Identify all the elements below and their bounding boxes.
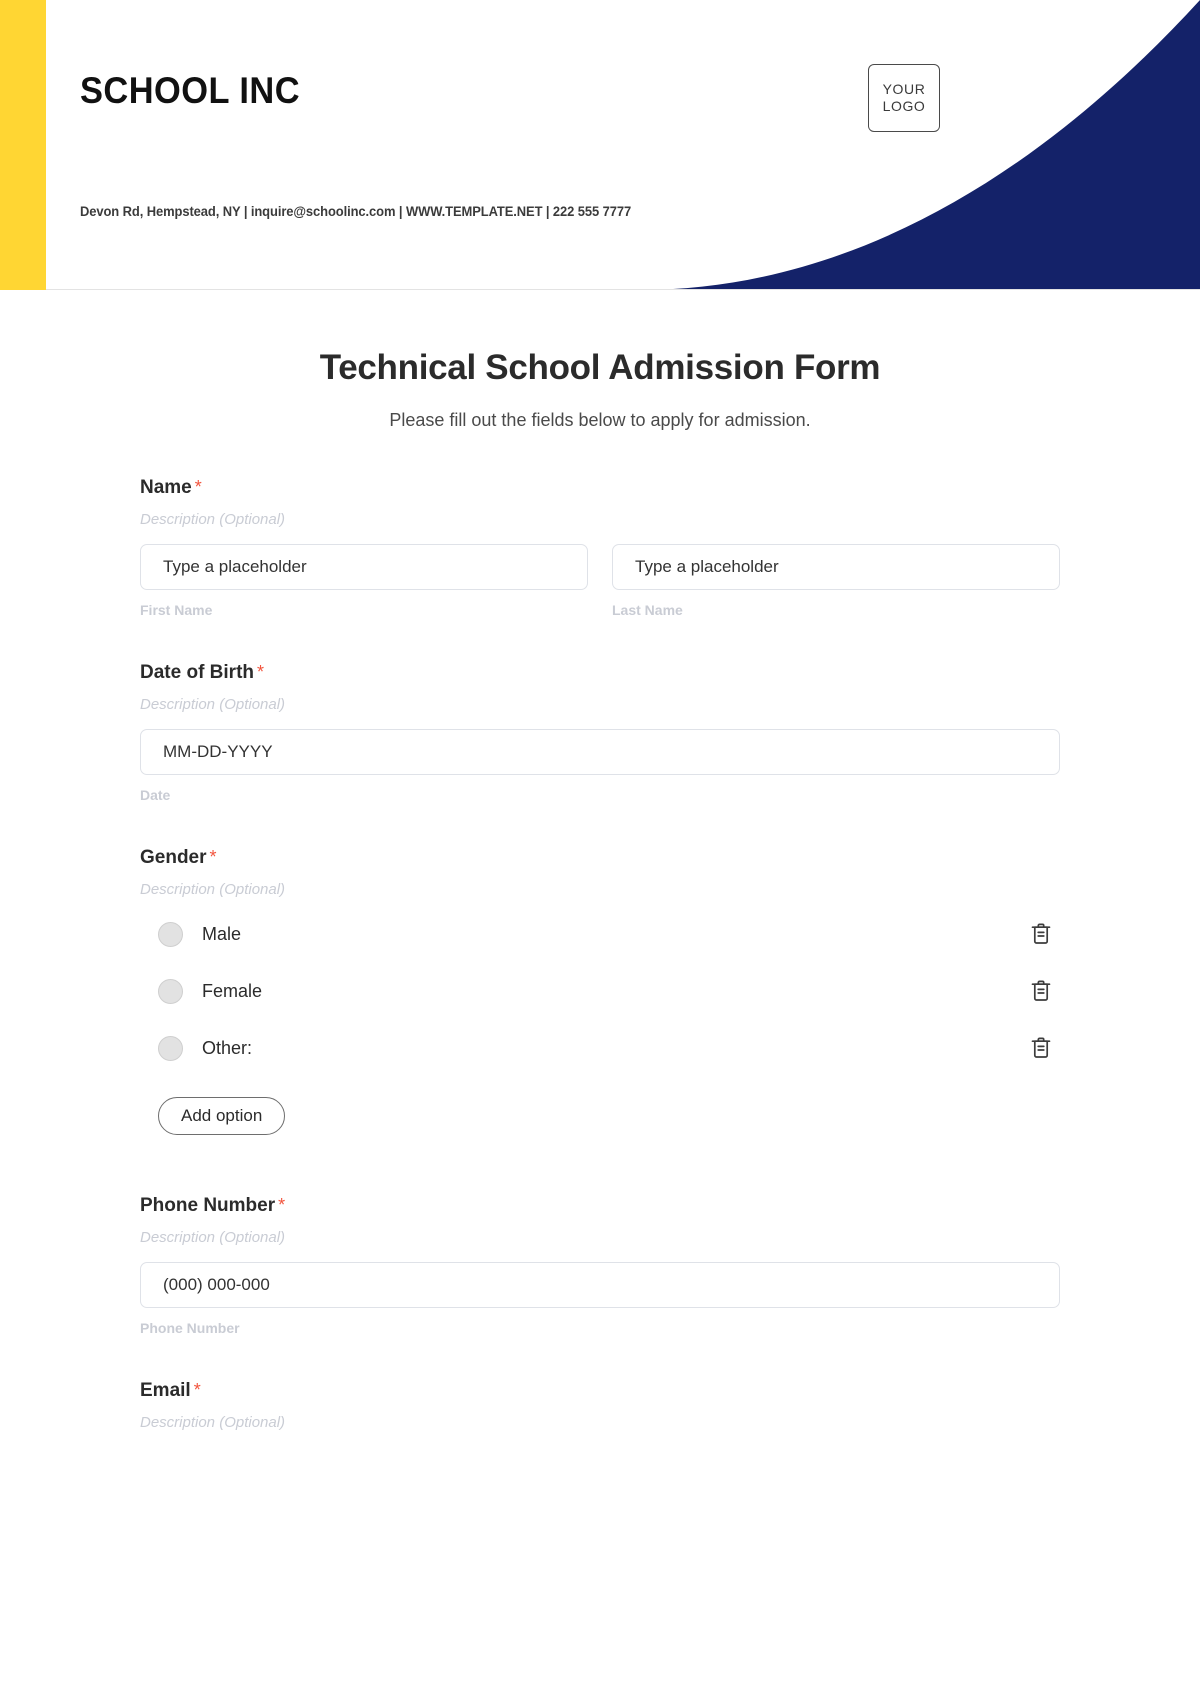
field-label-text: Date of Birth: [140, 662, 254, 683]
phone-number-sublabel: Phone Number: [140, 1320, 240, 1336]
radio-button-icon[interactable]: [158, 978, 183, 1004]
page-subtitle: Please fill out the fields below to appl…: [389, 410, 811, 430]
field-description-gender: Description (Optional): [140, 881, 286, 898]
field-date-of-birth: Date of Birth* Description (Optional) Da…: [140, 662, 1060, 803]
required-marker: *: [257, 662, 265, 682]
gender-option-label: Female: [202, 980, 263, 1001]
navy-curve-decoration: [640, 0, 1200, 290]
field-name: Name* Description (Optional) First Name …: [140, 477, 1060, 618]
field-label-text: Phone Number: [140, 1195, 276, 1216]
field-gender: Gender * Description (Optional) Male Fem…: [140, 847, 1060, 1135]
name-input-row: First Name Last Name: [140, 544, 1060, 618]
date-of-birth-sublabel: Date: [140, 787, 171, 803]
required-marker: *: [209, 847, 217, 867]
field-label-date-of-birth: Date of Birth *: [140, 662, 1060, 684]
field-description-email: Description (Optional): [140, 1414, 286, 1431]
gender-option-male[interactable]: Male: [140, 914, 1060, 954]
radio-button-icon[interactable]: [158, 1035, 183, 1061]
contact-info-line: Devon Rd, Hempstead, NY | inquire@school…: [80, 204, 632, 219]
phone-number-input[interactable]: [140, 1262, 1060, 1308]
trash-icon[interactable]: [1028, 1035, 1054, 1061]
add-option-button[interactable]: Add option: [158, 1097, 286, 1135]
logo-line-1: YOUR: [882, 81, 926, 97]
field-label-phone-number: Phone Number *: [140, 1195, 1060, 1217]
trash-icon[interactable]: [1028, 921, 1054, 947]
first-name-sublabel: First Name: [140, 602, 213, 618]
field-description-date-of-birth: Description (Optional): [140, 696, 286, 713]
gender-option-label: Male: [202, 923, 242, 944]
field-phone-number: Phone Number* Description (Optional) Pho…: [140, 1195, 1060, 1336]
gender-option-female[interactable]: Female: [140, 971, 1060, 1011]
first-name-column: First Name: [140, 544, 588, 618]
page-title: Technical School Admission Form: [319, 348, 881, 387]
field-label-text: Email: [140, 1380, 191, 1401]
field-description-phone-number: Description (Optional): [140, 1229, 286, 1246]
gender-option-other[interactable]: Other:: [140, 1028, 1060, 1068]
last-name-input[interactable]: [612, 544, 1060, 590]
trash-icon[interactable]: [1028, 978, 1054, 1004]
required-marker: *: [278, 1195, 286, 1215]
radio-button-icon[interactable]: [158, 921, 183, 947]
form-fields-container: Name* Description (Optional) First Name …: [140, 431, 1060, 1431]
required-marker: *: [194, 477, 202, 497]
letterhead-header: SCHOOL INC Devon Rd, Hempstead, NY | inq…: [0, 0, 1200, 290]
field-label-text: Name: [140, 477, 192, 498]
field-label-text: Gender: [140, 847, 207, 868]
yellow-accent-bar: [0, 0, 46, 290]
gender-option-label: Other:: [202, 1037, 253, 1058]
admission-form: Technical School Admission Form Please f…: [0, 290, 1200, 1431]
field-label-email: Email *: [140, 1380, 1060, 1402]
date-of-birth-input[interactable]: [140, 729, 1060, 775]
last-name-column: Last Name: [612, 544, 1060, 618]
first-name-input[interactable]: [140, 544, 588, 590]
brand-name: SCHOOL INC: [80, 70, 301, 111]
field-description-name: Description (Optional): [140, 511, 286, 528]
field-email: Email * Description (Optional): [140, 1380, 1060, 1431]
field-label-gender: Gender *: [140, 847, 1060, 869]
last-name-sublabel: Last Name: [612, 602, 683, 618]
required-marker: *: [193, 1380, 201, 1400]
logo-placeholder: YOUR LOGO: [868, 64, 940, 132]
logo-line-2: LOGO: [882, 98, 926, 114]
field-label-name: Name *: [140, 477, 1060, 499]
